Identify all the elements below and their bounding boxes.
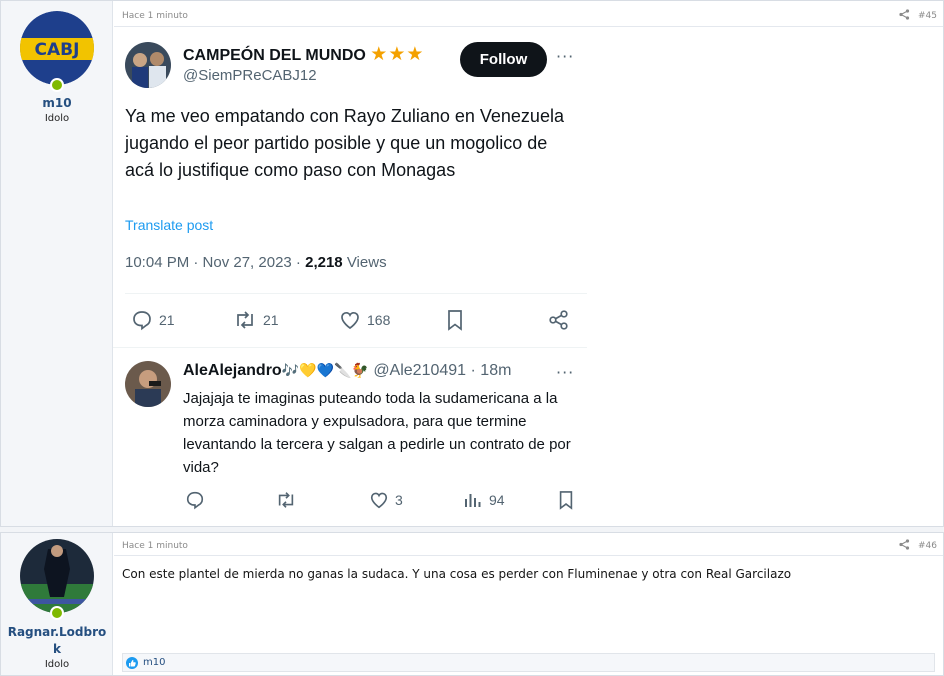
reply-reply-button[interactable] [185,490,205,510]
share-button[interactable] [548,309,570,331]
tweet-text: Ya me veo empatando con Rayo Zuliano en … [125,106,564,180]
divider [113,347,587,348]
divider [125,293,587,294]
header-divider [114,555,943,556]
embedded-tweet[interactable]: CAMPEÓN DEL MUNDO ★★★ @SiemPReCABJ12 Fol… [113,27,587,521]
share-icon [549,310,568,330]
post-45: CABJ m10 Idolo Hace 1 minuto #45 CAMPEÓN… [0,0,944,527]
post-46: Ragnar.Lodbro k Idolo Hace 1 minuto #46 … [0,532,944,676]
user-column: CABJ m10 Idolo [1,1,113,526]
retweet-count: 21 [263,312,279,328]
reply-emojis: 🎶💛💙🔪🐓 [281,362,369,378]
share-icon[interactable] [899,9,910,23]
reactions-bar[interactable]: m10 [122,653,935,672]
reply-like-button[interactable]: 3 [369,490,403,510]
username[interactable]: Ragnar.Lodbro k [1,624,113,658]
post-time[interactable]: Hace 1 minuto [122,541,188,551]
views-count: 2,218 [305,254,343,271]
tweet-date[interactable]: 10:04 PM · Nov 27, 2023 · [125,254,305,271]
more-options-icon[interactable]: ··· [556,47,574,66]
retweet-button[interactable]: 21 [233,309,279,331]
reply-icon [133,311,151,331]
reply-bookmark-button[interactable] [557,490,575,510]
reply-author[interactable]: AleAlejandro🎶💛💙🔪🐓 @Ale210491 · 18m [183,362,511,380]
like-button[interactable]: 168 [339,309,390,331]
reply-views-button[interactable]: 94 [463,490,505,510]
reply-like-count: 3 [395,492,403,508]
views-label: Views [342,254,387,271]
reply-count: 21 [159,312,175,328]
tweet-author[interactable]: CAMPEÓN DEL MUNDO ★★★ [183,43,424,66]
heart-icon [370,492,388,509]
username-line: Ragnar.Lodbro [7,625,107,639]
reply-avatar[interactable] [125,361,171,407]
tweet-meta: 10:04 PM · Nov 27, 2023 · 2,218 Views [125,254,387,271]
avatar-logo-text: CABJ [35,40,80,60]
user-column: Ragnar.Lodbro k Idolo [1,533,113,675]
reply-views-count: 94 [489,492,505,508]
star-icons: ★★★ [370,44,425,65]
post-time[interactable]: Hace 1 minuto [122,11,188,21]
analytics-icon [465,494,481,507]
reply-text: Jajajaja te imaginas puteando toda la su… [183,390,571,476]
reply-retweet-button[interactable] [275,490,297,510]
user-title: Idolo [44,113,70,124]
username[interactable]: m10 [1,96,113,110]
reply-more-icon[interactable]: ··· [556,363,574,382]
like-reaction-icon [126,656,138,669]
bookmark-icon [448,310,462,331]
post-number[interactable]: #45 [918,11,937,21]
avatar[interactable] [20,539,94,613]
reply-button[interactable]: 21 [131,309,175,331]
like-count: 168 [367,312,391,328]
avatar[interactable]: CABJ [20,11,94,85]
bookmark-icon [559,491,573,510]
post-number[interactable]: #46 [918,541,937,551]
tweet-handle[interactable]: @SiemPReCABJ12 [183,67,317,84]
follow-button[interactable]: Follow [460,42,547,77]
tweet-display-name: CAMPEÓN DEL MUNDO [183,47,366,64]
user-title: Idolo [44,659,70,670]
online-indicator [50,78,64,92]
reply-display-name: AleAlejandro [183,362,282,379]
bookmark-button[interactable] [445,309,465,331]
heart-icon [341,311,359,330]
post-message: Con este plantel de mierda no ganas la s… [122,567,792,581]
retweet-icon [237,311,253,329]
retweet-icon [278,492,294,508]
reply-icon [186,491,204,510]
share-icon[interactable] [899,539,910,553]
online-indicator [50,606,64,620]
username-line: k [53,642,61,656]
translate-link[interactable]: Translate post [125,217,213,233]
tweet-avatar[interactable] [125,42,171,88]
reaction-user[interactable]: m10 [143,657,165,668]
reply-handle-time: @Ale210491 · 18m [373,362,512,379]
